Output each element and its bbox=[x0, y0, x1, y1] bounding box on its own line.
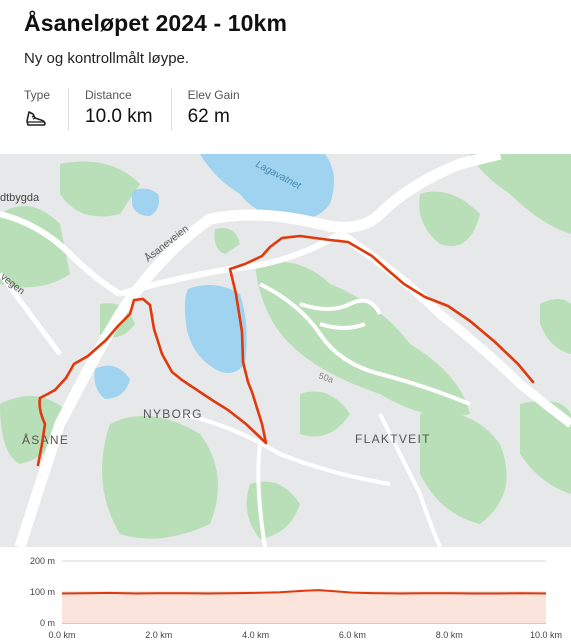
route-map[interactable]: Lagavatnet Åsaneveien dtbygda vegen ÅSAN… bbox=[0, 154, 571, 547]
x-tick-label: 4.0 km bbox=[242, 630, 269, 640]
stat-distance-label: Distance bbox=[85, 88, 132, 102]
elevation-y-ticks: 0 m 100 m 200 m bbox=[30, 556, 55, 628]
map-label-place-left-top: dtbygda bbox=[0, 192, 40, 204]
y-tick-label: 200 m bbox=[30, 556, 55, 566]
stat-distance-value: 10.0 km bbox=[85, 106, 153, 127]
y-tick-label: 0 m bbox=[40, 618, 55, 628]
elevation-area bbox=[62, 590, 546, 623]
elevation-x-ticks: 0.0 km 2.0 km 4.0 km 6.0 km 8.0 km 10.0 … bbox=[48, 630, 562, 640]
stat-type-label: Type bbox=[24, 88, 51, 102]
stat-type: Type bbox=[24, 88, 70, 130]
elevation-chart[interactable]: 0 m 100 m 200 m 0.0 km 2.0 km 4.0 km 6.0… bbox=[0, 550, 571, 642]
activity-title: Åsaneløpet 2024 - 10km bbox=[24, 10, 287, 36]
x-tick-label: 0.0 km bbox=[48, 630, 75, 640]
map-label-flaktveit: FLAKTVEIT bbox=[355, 432, 431, 446]
stats-bar: Type Distance 10.0 km Elev Gain 62 m bbox=[24, 88, 274, 130]
stat-elev-label: Elev Gain bbox=[187, 88, 240, 102]
x-tick-label: 6.0 km bbox=[339, 630, 366, 640]
stat-distance: Distance 10.0 km bbox=[85, 88, 172, 130]
x-tick-label: 8.0 km bbox=[436, 630, 463, 640]
y-tick-label: 100 m bbox=[30, 587, 55, 597]
x-tick-label: 2.0 km bbox=[145, 630, 172, 640]
stat-elev-value: 62 m bbox=[187, 106, 230, 127]
activity-description: Ny og kontrollmålt løype. bbox=[24, 50, 190, 67]
stat-elev-gain: Elev Gain 62 m bbox=[188, 88, 258, 130]
map-label-nyborg: NYBORG bbox=[143, 407, 203, 421]
map-label-aasane: ÅSANE bbox=[22, 432, 69, 447]
x-tick-label: 10.0 km bbox=[530, 630, 562, 640]
running-shoe-icon bbox=[26, 111, 46, 126]
